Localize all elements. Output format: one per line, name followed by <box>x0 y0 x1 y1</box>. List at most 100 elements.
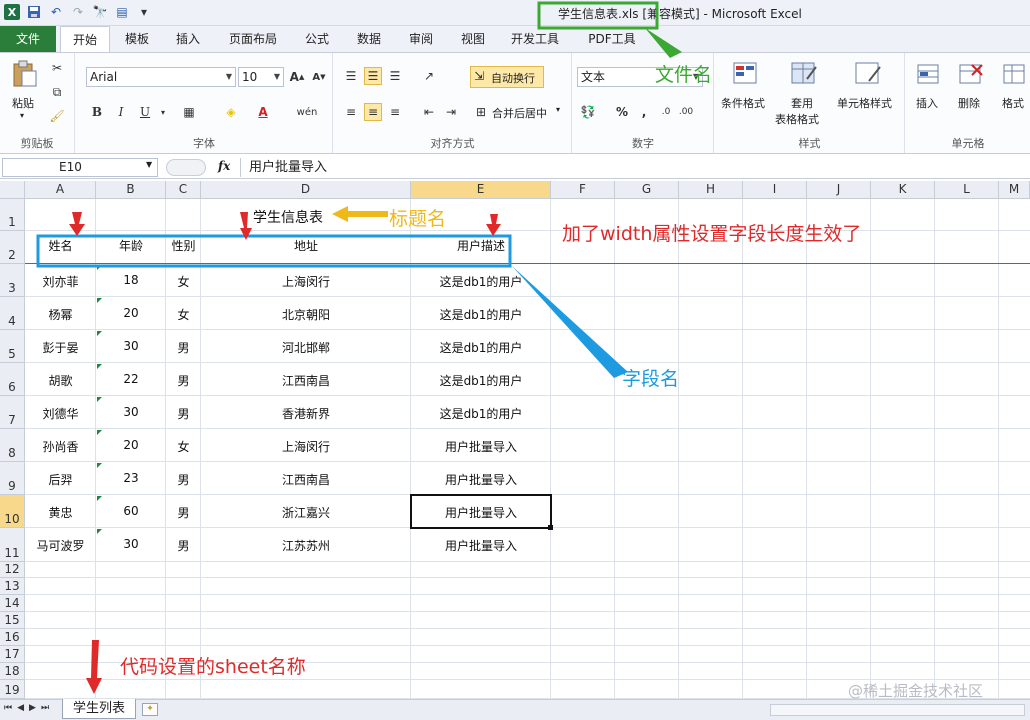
conditional-format-icon[interactable] <box>731 59 761 89</box>
data-cell[interactable]: 上海闵行 <box>201 438 411 455</box>
row-header-1[interactable]: 1 <box>0 199 25 231</box>
row-header-19[interactable]: 19 <box>0 680 25 699</box>
data-cell[interactable]: 男 <box>166 339 201 356</box>
phonetic-icon[interactable]: wén <box>297 103 318 121</box>
font-name-select[interactable]: Arial ▼ <box>86 67 236 87</box>
grow-font-icon[interactable]: A ▲ <box>288 68 306 86</box>
align-right-icon[interactable]: ≡ <box>386 103 404 121</box>
comma-button[interactable]: , <box>635 103 653 121</box>
column-header-d[interactable]: D <box>201 181 411 199</box>
data-cell[interactable]: 男 <box>166 405 201 422</box>
data-cell[interactable]: 这是db1的用户 <box>411 339 551 356</box>
data-cell[interactable]: 后羿 <box>25 471 96 488</box>
row-header-5[interactable]: 5 <box>0 330 25 363</box>
name-box-dropdown-icon[interactable]: ▼ <box>146 160 152 169</box>
insert-function-icon[interactable]: fx <box>218 159 230 173</box>
data-cell[interactable]: 马可波罗 <box>25 537 96 554</box>
data-cell[interactable]: 男 <box>166 471 201 488</box>
row-header-13[interactable]: 13 <box>0 578 25 595</box>
row-header-14[interactable]: 14 <box>0 595 25 612</box>
data-cell[interactable]: 江西南昌 <box>201 471 411 488</box>
row-header-2[interactable]: 2 <box>0 231 25 264</box>
data-cell[interactable]: 30 <box>96 405 166 419</box>
data-cell[interactable]: 杨幂 <box>25 306 96 323</box>
increase-indent-icon[interactable]: ⇥ <box>442 103 460 121</box>
wrap-text-button[interactable]: ⇲ 自动换行 <box>470 66 544 88</box>
tab-insert[interactable]: 插入 <box>164 26 212 52</box>
underline-dropdown-icon[interactable]: ▾ <box>154 103 172 121</box>
column-header-a[interactable]: A <box>25 181 96 199</box>
paste-icon[interactable] <box>10 59 40 89</box>
formula-bar-handle[interactable] <box>166 159 206 176</box>
increase-decimal-icon[interactable]: .0 <box>657 103 675 121</box>
currency-icon[interactable]: 💱 <box>579 103 597 121</box>
row-header-4[interactable]: 4 <box>0 297 25 330</box>
sheet-tab[interactable]: 学生列表 <box>62 699 136 719</box>
data-cell[interactable]: 这是db1的用户 <box>411 273 551 290</box>
insert-cells-icon[interactable] <box>914 59 944 89</box>
data-cell[interactable]: 男 <box>166 537 201 554</box>
data-cell[interactable]: 23 <box>96 471 166 485</box>
row-header-6[interactable]: 6 <box>0 363 25 396</box>
data-cell[interactable]: 22 <box>96 372 166 386</box>
font-color-icon[interactable]: A <box>254 103 272 121</box>
format-as-table-line1[interactable]: 套用 <box>791 95 813 111</box>
decrease-decimal-icon[interactable]: .00 <box>677 103 695 121</box>
insert-cells-button[interactable]: 插入 <box>916 95 938 111</box>
data-cell[interactable]: 用户批量导入 <box>411 537 551 554</box>
header-cell[interactable]: 姓名 <box>25 237 96 254</box>
paste-button[interactable]: 粘贴 <box>12 95 34 111</box>
tab-data[interactable]: 数据 <box>346 26 392 52</box>
data-cell[interactable]: 18 <box>96 273 166 287</box>
data-cell[interactable]: 用户批量导入 <box>411 438 551 455</box>
column-header-i[interactable]: I <box>743 181 807 199</box>
row-header-3[interactable]: 3 <box>0 264 25 297</box>
row-header-7[interactable]: 7 <box>0 396 25 429</box>
data-cell[interactable]: 黄忠 <box>25 504 96 521</box>
data-cell[interactable]: 香港新界 <box>201 405 411 422</box>
italic-button[interactable]: I <box>112 103 130 121</box>
underline-button[interactable]: U <box>136 103 154 121</box>
copy-icon[interactable]: ⧉ <box>48 83 66 101</box>
horizontal-scrollbar[interactable] <box>770 704 1025 716</box>
data-cell[interactable]: 江西南昌 <box>201 372 411 389</box>
orientation-icon[interactable]: ↗ <box>420 67 438 85</box>
select-all-corner[interactable] <box>0 181 25 199</box>
column-header-g[interactable]: G <box>615 181 679 199</box>
data-cell[interactable]: 这是db1的用户 <box>411 372 551 389</box>
cut-icon[interactable]: ✂ <box>48 59 66 77</box>
find-icon[interactable]: 🔭 <box>92 4 108 20</box>
align-bottom-icon[interactable]: ☰ <box>386 67 404 85</box>
header-cell[interactable]: 性别 <box>166 237 201 254</box>
column-header-e[interactable]: E <box>411 181 551 199</box>
data-cell[interactable]: 孙尚香 <box>25 438 96 455</box>
column-header-b[interactable]: B <box>96 181 166 199</box>
column-header-h[interactable]: H <box>679 181 743 199</box>
header-cell[interactable]: 年龄 <box>96 237 166 254</box>
column-header-m[interactable]: M <box>999 181 1030 199</box>
new-sheet-icon[interactable]: ✦ <box>142 703 158 716</box>
formula-input[interactable]: 用户批量导入 <box>240 158 1030 177</box>
tab-file[interactable]: 文件 <box>0 26 56 52</box>
column-header-c[interactable]: C <box>166 181 201 199</box>
data-cell[interactable]: 20 <box>96 306 166 320</box>
data-cell[interactable]: 60 <box>96 504 166 518</box>
column-header-j[interactable]: J <box>807 181 871 199</box>
data-cell[interactable]: 女 <box>166 306 201 323</box>
format-as-table-line2[interactable]: 表格格式 <box>775 111 819 127</box>
data-cell[interactable]: 浙江嘉兴 <box>201 504 411 521</box>
font-size-select[interactable]: 10 ▼ <box>238 67 284 87</box>
row-header-16[interactable]: 16 <box>0 629 25 646</box>
fill-color-icon[interactable]: ◈ <box>222 103 240 121</box>
column-header-f[interactable]: F <box>551 181 615 199</box>
format-cells-icon[interactable] <box>1000 59 1030 89</box>
redo-icon[interactable]: ↷ <box>70 4 86 20</box>
merge-center-button[interactable]: 合并后居中 <box>492 105 547 121</box>
form-icon[interactable]: ▤ <box>114 4 130 20</box>
data-cell[interactable]: 刘德华 <box>25 405 96 422</box>
align-center-icon[interactable]: ≡ <box>364 103 382 121</box>
data-cell[interactable]: 女 <box>166 273 201 290</box>
data-cell[interactable]: 女 <box>166 438 201 455</box>
data-cell[interactable]: 河北邯郸 <box>201 339 411 356</box>
row-header-8[interactable]: 8 <box>0 429 25 462</box>
